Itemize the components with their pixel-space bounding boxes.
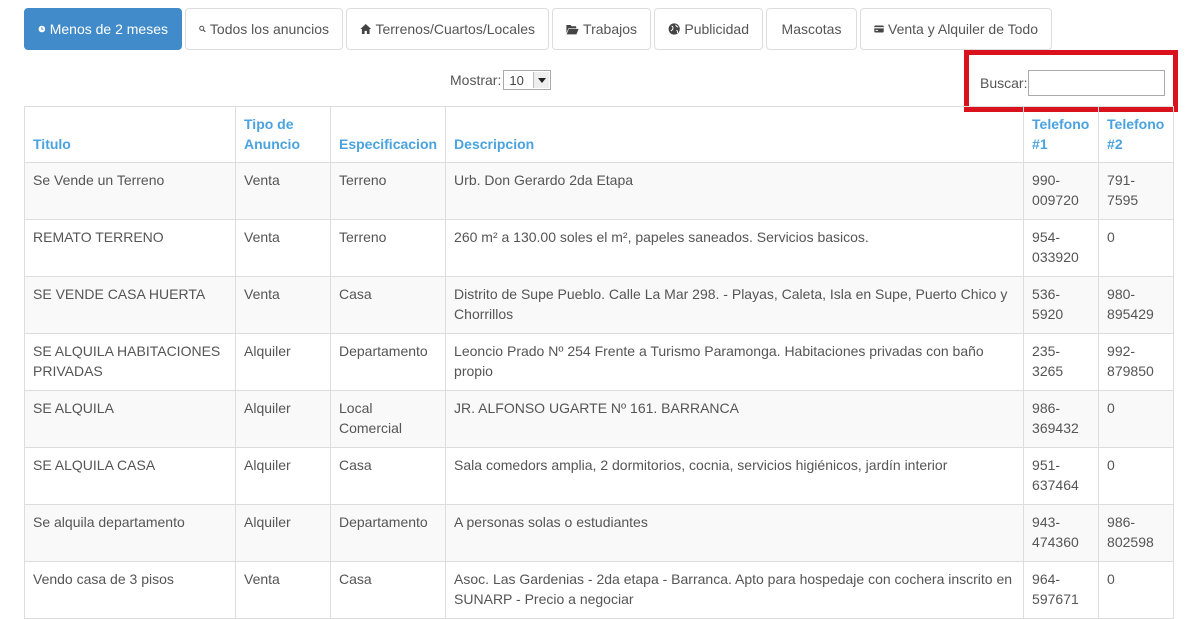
tab-trabajos[interactable]: Trabajos xyxy=(552,8,651,50)
cell-titulo: SE ALQUILA HABITACIONES PRIVADAS xyxy=(24,333,236,391)
cell-tipo: Venta xyxy=(235,162,331,220)
highlight-box xyxy=(964,50,1178,112)
cell-especificacion: Casa xyxy=(329,276,447,334)
tab-todos-los-anuncios[interactable]: Todos los anuncios xyxy=(185,8,343,50)
globe-icon xyxy=(668,23,680,35)
cell-telefono-1: 964-597671 xyxy=(1023,561,1100,619)
cell-telefono-1: 235-3265 xyxy=(1023,333,1100,391)
column-header-tipo[interactable]: Tipo de Anuncio xyxy=(235,106,331,163)
cell-titulo: REMATO TERRENO xyxy=(24,219,236,277)
cell-descripcion: Sala comedors amplia, 2 dormitorios, coc… xyxy=(445,447,1025,505)
search-icon xyxy=(199,25,206,33)
ads-table: Titulo Tipo de Anuncio Especificacion De… xyxy=(24,106,1175,619)
chevron-down-icon xyxy=(533,72,550,88)
table-header-row: Titulo Tipo de Anuncio Especificacion De… xyxy=(24,106,1175,163)
cell-telefono-1: 943-474360 xyxy=(1023,504,1100,562)
cell-telefono-1: 951-637464 xyxy=(1023,447,1100,505)
cell-telefono-2: 0 xyxy=(1098,219,1175,277)
column-header-descripcion[interactable]: Descripcion xyxy=(445,106,1025,163)
tab-label: Venta y Alquiler de Todo xyxy=(888,21,1038,37)
table-row: SE ALQUILA CASA Alquiler Casa Sala comed… xyxy=(24,447,1175,505)
cell-descripcion: A personas solas o estudiantes xyxy=(445,504,1025,562)
cell-titulo: Se alquila departamento xyxy=(24,504,236,562)
cell-titulo: SE VENDE CASA HUERTA xyxy=(24,276,236,334)
cell-telefono-2: 0 xyxy=(1098,561,1175,619)
cell-telefono-2: 0 xyxy=(1098,390,1175,448)
cell-tipo: Venta xyxy=(235,219,331,277)
length-menu: Mostrar: 10 xyxy=(450,70,552,90)
page-length-select[interactable]: 10 xyxy=(503,70,552,90)
home-icon xyxy=(360,24,372,34)
column-header-titulo[interactable]: Titulo xyxy=(24,106,236,163)
cell-titulo: SE ALQUILA CASA xyxy=(24,447,236,505)
clock-icon xyxy=(38,25,46,33)
credit-card-icon xyxy=(874,25,884,33)
table-row: Se alquila departamento Alquiler Departa… xyxy=(24,504,1175,562)
cell-telefono-1: 986-369432 xyxy=(1023,390,1100,448)
cell-telefono-1: 536-5920 xyxy=(1023,276,1100,334)
page-length-value: 10 xyxy=(509,72,524,88)
category-tabs: Menos de 2 meses Todos los anuncios Terr… xyxy=(24,8,1052,50)
cell-tipo: Alquiler xyxy=(235,333,331,391)
table-row: SE ALQUILA Alquiler Local Comercial JR. … xyxy=(24,390,1175,448)
table-row: SE ALQUILA HABITACIONES PRIVADAS Alquile… xyxy=(24,333,1175,391)
cell-descripcion: JR. ALFONSO UGARTE Nº 161. BARRANCA xyxy=(445,390,1025,448)
cell-descripcion: Distrito de Supe Pueblo. Calle La Mar 29… xyxy=(445,276,1025,334)
tab-label: Trabajos xyxy=(583,21,637,37)
cell-tipo: Alquiler xyxy=(235,390,331,448)
folder-open-icon xyxy=(566,24,579,34)
cell-tipo: Alquiler xyxy=(235,504,331,562)
cell-especificacion: Departamento xyxy=(329,504,447,562)
cell-telefono-2: 0 xyxy=(1098,447,1175,505)
cell-telefono-1: 954-033920 xyxy=(1023,219,1100,277)
cell-descripcion: Asoc. Las Gardenias - 2da etapa - Barran… xyxy=(445,561,1025,619)
tab-terrenos-cuartos-locales[interactable]: Terrenos/Cuartos/Locales xyxy=(346,8,549,50)
cell-especificacion: Local Comercial xyxy=(329,390,447,448)
length-label: Mostrar: xyxy=(450,72,502,88)
cell-telefono-1: 990-009720 xyxy=(1023,162,1100,220)
tab-label: Mascotas xyxy=(781,21,842,37)
column-header-telefono-1[interactable]: Telefono #1 xyxy=(1023,106,1100,163)
cell-especificacion: Casa xyxy=(329,447,447,505)
cell-descripcion: Urb. Don Gerardo 2da Etapa xyxy=(445,162,1025,220)
column-header-especificacion[interactable]: Especificacion xyxy=(329,106,447,163)
cell-titulo: Vendo casa de 3 pisos xyxy=(24,561,236,619)
cell-especificacion: Terreno xyxy=(329,162,447,220)
cell-titulo: SE ALQUILA xyxy=(24,390,236,448)
cell-descripcion: 260 m² a 130.00 soles el m², papeles san… xyxy=(445,219,1025,277)
tab-mascotas[interactable]: Mascotas xyxy=(766,8,857,50)
tab-menos-de-2-meses[interactable]: Menos de 2 meses xyxy=(24,8,182,50)
table-row: SE VENDE CASA HUERTA Venta Casa Distrito… xyxy=(24,276,1175,334)
cell-titulo: Se Vende un Terreno xyxy=(24,162,236,220)
tab-publicidad[interactable]: Publicidad xyxy=(654,8,763,50)
cell-especificacion: Terreno xyxy=(329,219,447,277)
cell-telefono-2: 986-802598 xyxy=(1098,504,1175,562)
cell-telefono-2: 992-879850 xyxy=(1098,333,1175,391)
tab-label: Todos los anuncios xyxy=(209,21,329,37)
cell-tipo: Venta xyxy=(235,561,331,619)
tab-venta-y-alquiler[interactable]: Venta y Alquiler de Todo xyxy=(860,8,1052,50)
tab-label: Publicidad xyxy=(684,21,749,37)
cell-telefono-2: 980-895429 xyxy=(1098,276,1175,334)
cell-descripcion: Leoncio Prado Nº 254 Frente a Turismo Pa… xyxy=(445,333,1025,391)
table-row: REMATO TERRENO Venta Terreno 260 m² a 13… xyxy=(24,219,1175,277)
cell-especificacion: Departamento xyxy=(329,333,447,391)
tab-label: Terrenos/Cuartos/Locales xyxy=(375,21,535,37)
cell-telefono-2: 791-7595 xyxy=(1098,162,1175,220)
table-row: Se Vende un Terreno Venta Terreno Urb. D… xyxy=(24,162,1175,220)
table-row: Vendo casa de 3 pisos Venta Casa Asoc. L… xyxy=(24,561,1175,619)
cell-tipo: Alquiler xyxy=(235,447,331,505)
cell-especificacion: Casa xyxy=(329,561,447,619)
tab-label: Menos de 2 meses xyxy=(49,21,168,37)
cell-tipo: Venta xyxy=(235,276,331,334)
column-header-telefono-2[interactable]: Telefono #2 xyxy=(1098,106,1175,163)
